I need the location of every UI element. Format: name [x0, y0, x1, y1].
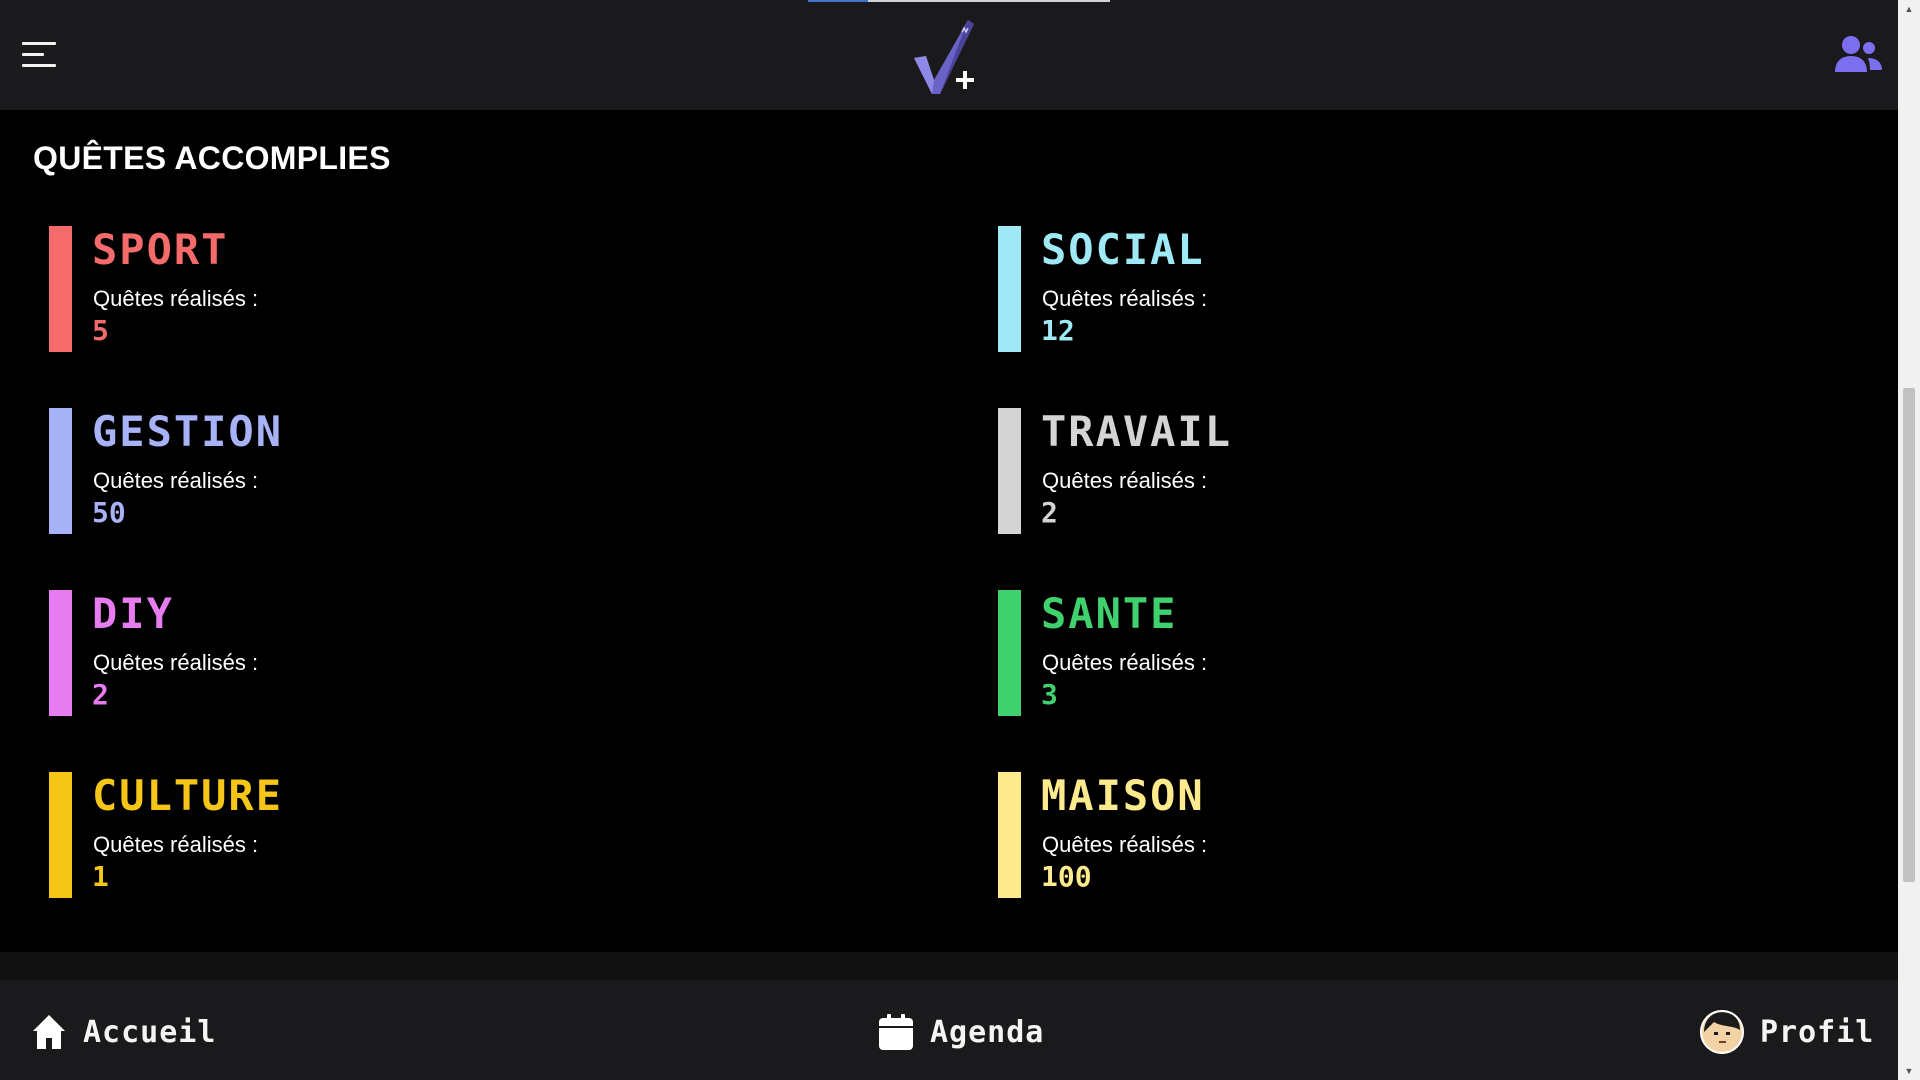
category-name: SOCIAL	[1041, 225, 1205, 274]
category-card-social[interactable]: SOCIAL Quêtes réalisés : 12	[998, 226, 1849, 408]
category-count-label: Quêtes réalisés :	[1042, 286, 1208, 311]
category-name: MAISON	[1041, 771, 1205, 820]
category-count-label: Quêtes réalisés :	[1042, 650, 1208, 675]
page-title: QUÊTES ACCOMPLIES	[33, 140, 391, 176]
scrollbar[interactable]: ▲ ▼	[1898, 0, 1920, 1080]
loading-progress-fill	[808, 0, 869, 2]
category-card-travail[interactable]: TRAVAIL Quêtes réalisés : 2	[998, 408, 1849, 590]
category-count-value: 100	[1041, 860, 1092, 893]
bottom-navigation: Accueil Agenda Profil	[0, 980, 1898, 1080]
category-color-bar	[998, 772, 1021, 898]
category-count-value: 2	[92, 678, 109, 711]
category-color-bar	[49, 772, 72, 898]
users-icon[interactable]	[1835, 34, 1883, 74]
category-name: SPORT	[92, 225, 229, 274]
category-count-label: Quêtes réalisés :	[1042, 832, 1208, 857]
home-icon	[33, 1015, 65, 1049]
scroll-down-arrow-icon[interactable]: ▼	[1898, 1062, 1920, 1080]
category-color-bar	[998, 590, 1021, 716]
category-count-value: 12	[1041, 314, 1075, 347]
category-count-label: Quêtes réalisés :	[1042, 468, 1208, 493]
categories-grid: SPORT Quêtes réalisés : 5 SOCIAL Quêtes réal…	[49, 226, 1849, 916]
bottom-spacer	[0, 952, 1898, 980]
category-count-value: 3	[1041, 678, 1058, 711]
category-card-culture[interactable]: CULTURE Quêtes réalisés : 1	[49, 772, 998, 954]
top-bar	[0, 0, 1898, 110]
category-color-bar	[998, 226, 1021, 352]
category-card-diy[interactable]: DIY Quêtes réalisés : 2	[49, 590, 998, 772]
category-count-label: Quêtes réalisés :	[93, 832, 259, 857]
nav-profile-button[interactable]: Profil	[1700, 1010, 1874, 1054]
category-count-label: Quêtes réalisés :	[93, 468, 259, 493]
category-card-sport[interactable]: SPORT Quêtes réalisés : 5	[49, 226, 998, 408]
app: QUÊTES ACCOMPLIES SPORT Quêtes réalisés :…	[0, 0, 1920, 1080]
loading-progress	[808, 0, 1110, 2]
category-count-value: 2	[1041, 496, 1058, 529]
category-color-bar	[49, 408, 72, 534]
category-name: DIY	[92, 589, 174, 638]
category-name: GESTION	[92, 407, 284, 456]
category-card-sante[interactable]: SANTE Quêtes réalisés : 3	[998, 590, 1849, 772]
nav-home-button[interactable]: Accueil	[31, 1010, 216, 1054]
category-name: SANTE	[1041, 589, 1178, 638]
category-count-value: 5	[92, 314, 109, 347]
category-card-gestion[interactable]: GESTION Quêtes réalisés : 50	[49, 408, 998, 590]
category-color-bar	[998, 408, 1021, 534]
nav-profile-label: Profil	[1760, 1014, 1875, 1050]
avatar-icon	[1700, 1010, 1744, 1054]
category-count-value: 50	[92, 496, 126, 529]
category-card-maison[interactable]: MAISON Quêtes réalisés : 100	[998, 772, 1849, 954]
category-color-bar	[49, 226, 72, 352]
app-logo[interactable]	[912, 14, 982, 96]
category-count-value: 1	[92, 860, 109, 893]
nav-agenda-button[interactable]: Agenda	[878, 1010, 1044, 1054]
category-color-bar	[49, 590, 72, 716]
scroll-up-arrow-icon[interactable]: ▲	[1898, 0, 1920, 18]
category-count-label: Quêtes réalisés :	[93, 286, 259, 311]
scrollbar-thumb[interactable]	[1903, 388, 1915, 882]
category-name: TRAVAIL	[1041, 407, 1233, 456]
nav-agenda-label: Agenda	[930, 1014, 1045, 1050]
checkmark-plus-logo	[914, 20, 974, 94]
calendar-icon	[879, 1014, 913, 1050]
category-count-label: Quêtes réalisés :	[93, 650, 259, 675]
nav-home-label: Accueil	[83, 1014, 217, 1050]
category-name: CULTURE	[92, 771, 284, 820]
hamburger-menu-icon[interactable]	[22, 42, 56, 70]
